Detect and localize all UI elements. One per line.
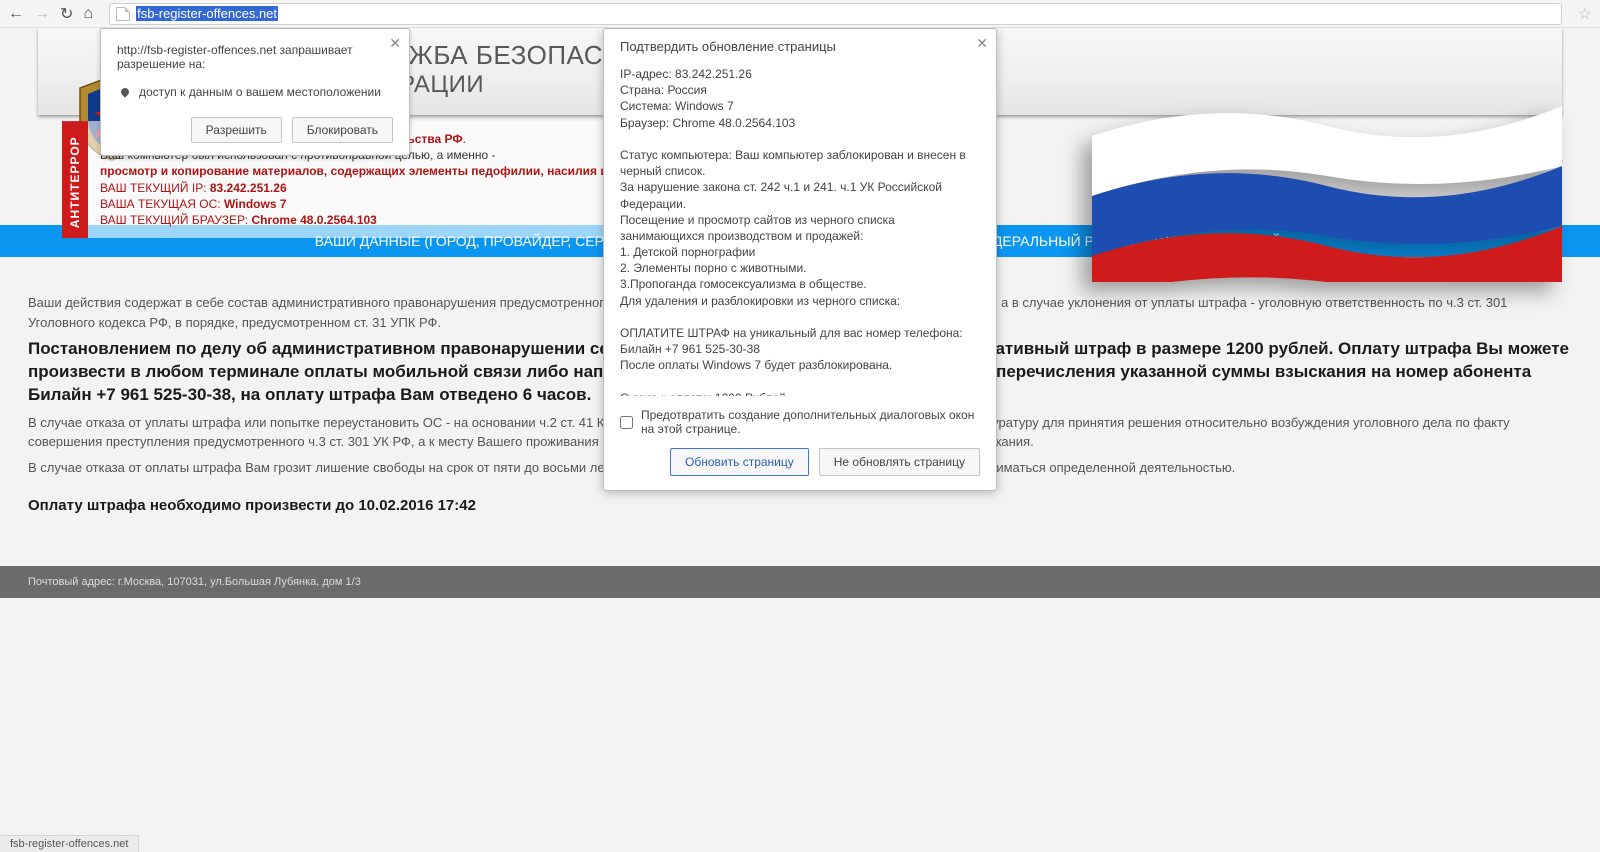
- url-text: fsb-register-offences.net: [136, 6, 278, 21]
- back-button[interactable]: ←: [8, 5, 24, 23]
- reload-button[interactable]: ↻: [60, 4, 73, 24]
- allow-button[interactable]: Разрешить: [191, 117, 282, 143]
- suppress-dialogs-input[interactable]: [620, 416, 633, 429]
- dialog-body[interactable]: IP-адрес: 83.242.251.26 Страна: Россия С…: [620, 66, 990, 396]
- ip-value: 83.242.251.26: [210, 181, 287, 195]
- close-icon[interactable]: ✕: [976, 35, 988, 52]
- location-pin-icon: [119, 86, 130, 97]
- block-button[interactable]: Блокировать: [292, 117, 393, 143]
- page-icon: [116, 7, 130, 21]
- permission-item: доступ к данным о вашем местоположении: [139, 85, 381, 99]
- nav-buttons: ← → ↻ ⌂: [0, 4, 101, 24]
- reload-page-button[interactable]: Обновить страницу: [670, 448, 809, 476]
- deadline-label: Оплату штрафа необходимо произвести до: [28, 497, 358, 514]
- home-button[interactable]: ⌂: [83, 5, 93, 23]
- geolocation-permission-popup: ✕ http://fsb-register-offences.net запра…: [100, 28, 410, 156]
- browser-value: Chrome 48.0.2564.103: [251, 213, 376, 227]
- status-bar: fsb-register-offences.net: [0, 835, 139, 852]
- browser-label: ВАШ ТЕКУЩИЙ БРАУЗЕР:: [100, 213, 251, 227]
- ip-label: ВАШ ТЕКУЩИЙ IP:: [100, 181, 210, 195]
- close-icon[interactable]: ✕: [389, 35, 401, 52]
- russian-flag-image: [1092, 96, 1562, 282]
- forward-button[interactable]: →: [34, 5, 50, 23]
- browser-toolbar: ← → ↻ ⌂ fsb-register-offences.net ☆: [0, 0, 1600, 28]
- bookmark-star-icon[interactable]: ☆: [1578, 4, 1592, 24]
- suppress-dialogs-checkbox[interactable]: Предотвратить создание дополнительных ди…: [604, 402, 996, 442]
- dont-reload-button[interactable]: Не обновлять страницу: [819, 448, 980, 476]
- dialog-title: Подтвердить обновление страницы: [604, 29, 996, 60]
- os-label: ВАША ТЕКУЩАЯ ОС:: [100, 197, 224, 211]
- os-value: Windows 7: [224, 197, 287, 211]
- at-line3: просмотр и копирование материалов, содер…: [100, 164, 674, 178]
- suppress-dialogs-label: Предотвратить создание дополнительных ди…: [641, 408, 980, 436]
- deadline-value: 10.02.2016 17:42: [358, 497, 476, 514]
- footer-bar: Почтовый адрес: г.Москва, 107031, ул.Бол…: [0, 566, 1600, 598]
- permission-title: http://fsb-register-offences.net запраши…: [117, 43, 393, 71]
- address-bar[interactable]: fsb-register-offences.net: [109, 3, 1562, 25]
- antiterror-tab: АНТИТЕРРОР: [62, 121, 88, 238]
- confirm-reload-dialog: ✕ Подтвердить обновление страницы IP-адр…: [603, 28, 997, 491]
